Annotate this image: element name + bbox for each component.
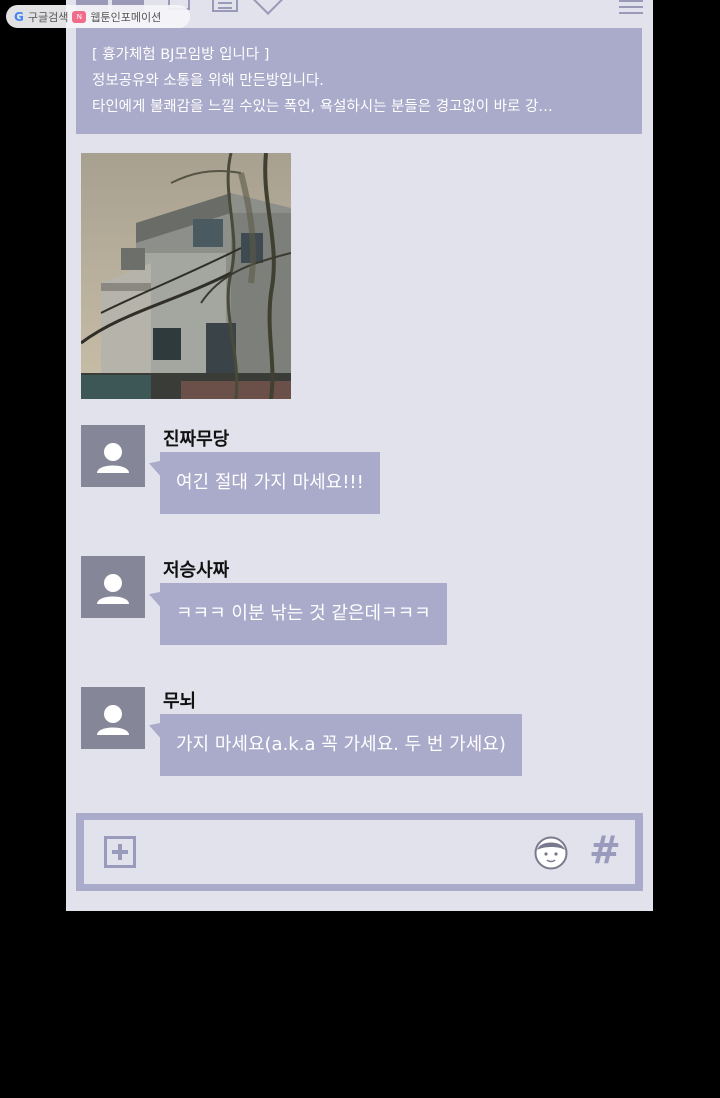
avatar[interactable] bbox=[81, 425, 145, 487]
notice-line: 타인에게 불쾌감을 느낄 수있는 폭언, 욕설하시는 분들은 경고없이 바로 강… bbox=[92, 99, 553, 115]
user-icon bbox=[97, 443, 129, 473]
avatar[interactable] bbox=[81, 556, 145, 618]
avatar[interactable] bbox=[81, 687, 145, 749]
notice-banner[interactable]: [ 흉가체험 BJ모임방 입니다 ] 정보공유와 소통을 위해 만든방입니다. … bbox=[76, 28, 642, 134]
sender-name: 진짜무당 bbox=[163, 429, 230, 450]
notice-line: 정보공유와 소통을 위해 만든방입니다. bbox=[92, 73, 324, 89]
sender-name: 저승사짜 bbox=[163, 560, 230, 581]
plus-icon[interactable] bbox=[104, 836, 136, 868]
shared-photo-abandoned-house[interactable] bbox=[81, 153, 291, 399]
message-bubble[interactable]: 여긴 절대 가지 마세요!!! bbox=[160, 452, 380, 514]
message-input-bar: # bbox=[76, 813, 643, 891]
message-bubble[interactable]: 가지 마세요(a.k.a 꼭 가세요. 두 번 가세요) bbox=[160, 714, 522, 776]
emoji-icon[interactable] bbox=[534, 836, 568, 870]
watermark-brand-label: 웹툰인포메이션 bbox=[90, 10, 162, 24]
user-icon bbox=[97, 705, 129, 735]
google-icon: G bbox=[14, 9, 24, 24]
chat-screen: [ 흉가체험 BJ모임방 입니다 ] 정보공유와 소통을 위해 만든방입니다. … bbox=[66, 0, 653, 911]
notice-line: [ 흉가체험 BJ모임방 입니다 ] bbox=[92, 47, 270, 63]
sender-name: 무뇌 bbox=[163, 691, 197, 712]
message-bubble[interactable]: ㅋㅋㅋ 이분 낚는 것 같은데ㅋㅋㅋ bbox=[160, 583, 447, 645]
user-icon bbox=[97, 574, 129, 604]
brand-logo-icon: N bbox=[72, 10, 87, 23]
top-bar-notice-icon[interactable] bbox=[212, 0, 238, 12]
message-input[interactable]: # bbox=[84, 820, 635, 884]
menu-icon[interactable] bbox=[619, 0, 643, 14]
watermark-search-label: 구글검색 bbox=[27, 10, 69, 24]
hashtag-icon[interactable]: # bbox=[589, 830, 621, 870]
watermark-badge: G 구글검색 N 웹툰인포메이션 bbox=[6, 5, 190, 28]
abandoned-house-image bbox=[81, 153, 291, 399]
top-bar-heart-icon[interactable] bbox=[251, 0, 285, 15]
